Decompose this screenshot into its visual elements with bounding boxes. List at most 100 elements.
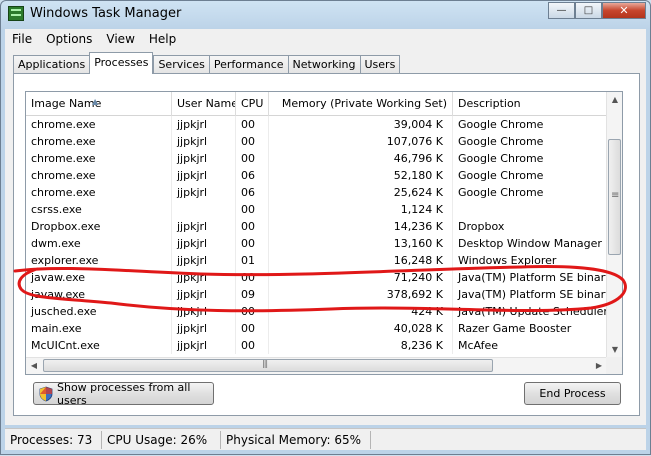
- process-memory-cell: 13,160 K: [269, 235, 453, 252]
- process-user-cell: jjpkjrl: [172, 150, 236, 167]
- column-description[interactable]: Description: [453, 92, 607, 116]
- column-user-name[interactable]: User Name: [172, 92, 236, 116]
- process-memory-cell: 8,236 K: [269, 337, 453, 354]
- scroll-left-icon[interactable]: ◀: [26, 358, 42, 374]
- window-controls: — □ ✕: [548, 2, 646, 19]
- scroll-up-icon[interactable]: ▲: [607, 92, 622, 108]
- process-name-cell: chrome.exe: [26, 167, 172, 184]
- process-memory-cell: 40,028 K: [269, 320, 453, 337]
- table-row[interactable]: dwm.exe jjpkjrl 00 13,160 K Desktop Window M…: [26, 235, 607, 252]
- process-cpu-cell: 00: [236, 303, 269, 320]
- client-area: Applications Processes Services Performa…: [5, 48, 646, 425]
- end-process-button[interactable]: End Process: [524, 382, 621, 405]
- close-button[interactable]: ✕: [602, 2, 646, 19]
- process-description-cell: Google Chrome: [458, 118, 544, 131]
- process-name-cell: dwm.exe: [26, 235, 172, 252]
- tab-processes[interactable]: Processes: [89, 52, 154, 74]
- tab-applications[interactable]: Applications: [13, 55, 90, 74]
- table-row[interactable]: chrome.exe jjpkjrl 00 46,796 K Google Chrome: [26, 150, 607, 167]
- process-description-cell: Google Chrome: [458, 186, 544, 199]
- process-description-cell: Google Chrome: [458, 135, 544, 148]
- process-name-cell: Dropbox.exe: [26, 218, 172, 235]
- scroll-down-icon[interactable]: ▼: [607, 342, 622, 358]
- process-cpu-cell: 00: [236, 218, 269, 235]
- process-name-cell: javaw.exe: [26, 286, 172, 303]
- show-all-processes-button[interactable]: Show processes from all users: [33, 381, 214, 407]
- vertical-scrollbar[interactable]: ▲ ▼: [606, 92, 622, 358]
- status-bar: Processes: 73 CPU Usage: 26% Physical Me…: [5, 428, 646, 450]
- process-description-cell: Java(TM) Platform SE binary: [458, 288, 607, 301]
- process-memory-cell: 424 K: [269, 303, 453, 320]
- process-user-cell: jjpkjrl: [172, 320, 236, 337]
- column-memory[interactable]: Memory (Private Working Set): [269, 92, 453, 116]
- process-user-cell: jjpkjrl: [172, 235, 236, 252]
- title-bar[interactable]: Windows Task Manager — □ ✕: [1, 1, 650, 29]
- tab-services[interactable]: Services: [153, 55, 209, 74]
- window-title: Windows Task Manager: [30, 6, 182, 21]
- process-user-cell: jjpkjrl: [172, 337, 236, 354]
- column-image-name[interactable]: Image Name ▲: [26, 92, 172, 116]
- process-description-cell: Dropbox: [458, 220, 505, 233]
- menu-options[interactable]: Options: [39, 32, 99, 46]
- table-row[interactable]: chrome.exe jjpkjrl 00 39,004 K Google Chrome: [26, 116, 607, 133]
- menu-bar: File Options View Help: [5, 29, 646, 48]
- tab-performance[interactable]: Performance: [208, 55, 288, 74]
- uac-shield-icon: [38, 386, 54, 402]
- process-user-cell: jjpkjrl: [172, 303, 236, 320]
- table-row[interactable]: chrome.exe jjpkjrl 06 52,180 K Google Chrome: [26, 167, 607, 184]
- table-row[interactable]: csrss.exe 00 1,124 K: [26, 201, 607, 218]
- scroll-right-icon[interactable]: ▶: [591, 358, 607, 374]
- process-description-cell: Google Chrome: [458, 169, 544, 182]
- tab-users[interactable]: Users: [359, 55, 401, 74]
- process-name-cell: main.exe: [26, 320, 172, 337]
- process-rows: chrome.exe jjpkjrl 00 39,004 K Google Chrome…: [26, 116, 607, 354]
- horizontal-scroll-thumb[interactable]: [43, 359, 493, 372]
- column-cpu[interactable]: CPU: [236, 92, 269, 116]
- process-memory-cell: 378,692 K: [269, 286, 453, 303]
- table-row[interactable]: McUICnt.exe jjpkjrl 00 8,236 K McAfee: [26, 337, 607, 354]
- status-cpu-usage: CPU Usage: 26%: [102, 430, 221, 449]
- process-cpu-cell: 00: [236, 320, 269, 337]
- process-user-cell: jjpkjrl: [172, 286, 236, 303]
- process-memory-cell: 46,796 K: [269, 150, 453, 167]
- process-description-cell: Java(TM) Update Scheduler: [458, 305, 607, 318]
- process-cpu-cell: 01: [236, 252, 269, 269]
- vertical-scroll-thumb[interactable]: [608, 139, 621, 255]
- horizontal-scrollbar[interactable]: ◀ ▶: [26, 357, 607, 374]
- sort-ascending-icon: ▲: [92, 97, 99, 106]
- process-name-cell: jusched.exe: [26, 303, 172, 320]
- menu-view[interactable]: View: [99, 32, 141, 46]
- process-list[interactable]: Image Name ▲ User Name CPU Memory (Priva…: [25, 91, 623, 375]
- menu-help[interactable]: Help: [142, 32, 183, 46]
- table-row[interactable]: jusched.exe jjpkjrl 00 424 K Java(TM) Update…: [26, 303, 607, 320]
- table-row[interactable]: javaw.exe jjpkjrl 09 378,692 K Java(TM) Plat…: [26, 286, 607, 303]
- process-memory-cell: 16,248 K: [269, 252, 453, 269]
- process-cpu-cell: 00: [236, 235, 269, 252]
- process-name-cell: chrome.exe: [26, 184, 172, 201]
- process-cpu-cell: 00: [236, 337, 269, 354]
- maximize-button[interactable]: □: [575, 2, 602, 19]
- table-row[interactable]: chrome.exe jjpkjrl 06 25,624 K Google Chrome: [26, 184, 607, 201]
- tab-networking[interactable]: Networking: [287, 55, 360, 74]
- minimize-button[interactable]: —: [548, 2, 575, 19]
- menu-file[interactable]: File: [5, 32, 39, 46]
- table-row[interactable]: chrome.exe jjpkjrl 00 107,076 K Google Chrom…: [26, 133, 607, 150]
- process-user-cell: jjpkjrl: [172, 133, 236, 150]
- table-row[interactable]: Dropbox.exe jjpkjrl 00 14,236 K Dropbox: [26, 218, 607, 235]
- process-description-cell: Desktop Window Manager: [458, 237, 602, 250]
- process-cpu-cell: 09: [236, 286, 269, 303]
- table-row[interactable]: explorer.exe jjpkjrl 01 16,248 K Windows Exp…: [26, 252, 607, 269]
- process-name-cell: chrome.exe: [26, 133, 172, 150]
- task-manager-window: Windows Task Manager — □ ✕ File Options …: [0, 0, 651, 455]
- process-memory-cell: 107,076 K: [269, 133, 453, 150]
- process-user-cell: [172, 201, 236, 218]
- process-memory-cell: 39,004 K: [269, 116, 453, 133]
- table-row[interactable]: main.exe jjpkjrl 00 40,028 K Razer Game Boos…: [26, 320, 607, 337]
- process-user-cell: jjpkjrl: [172, 167, 236, 184]
- process-cpu-cell: 06: [236, 184, 269, 201]
- process-name-cell: explorer.exe: [26, 252, 172, 269]
- process-name-cell: McUICnt.exe: [26, 337, 172, 354]
- table-row[interactable]: javaw.exe jjpkjrl 00 71,240 K Java(TM) Platf…: [26, 269, 607, 286]
- process-description-cell: Windows Explorer: [458, 254, 557, 267]
- process-user-cell: jjpkjrl: [172, 269, 236, 286]
